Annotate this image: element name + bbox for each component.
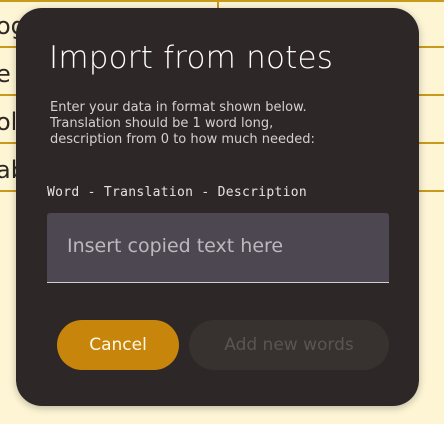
description-line: Translation should be 1 word long, [50, 116, 274, 131]
add-new-words-button[interactable]: Add new words [189, 320, 389, 370]
dialog-title: Import from notes [49, 40, 334, 76]
description-line: Enter your data in format shown below. [50, 100, 307, 115]
description-line: description from 0 to how much needed: [50, 132, 315, 147]
notes-input-container[interactable] [47, 213, 389, 283]
import-dialog: Import from notes Enter your data in for… [16, 8, 419, 406]
cancel-button[interactable]: Cancel [57, 320, 179, 370]
table-cell: e [0, 60, 11, 88]
table-divider [0, 0, 444, 2]
table-cell: ol [0, 108, 18, 136]
notes-input[interactable] [47, 213, 389, 282]
dialog-description: Enter your data in format shown below. T… [50, 100, 400, 148]
format-example: Word - Translation - Description [47, 185, 308, 200]
